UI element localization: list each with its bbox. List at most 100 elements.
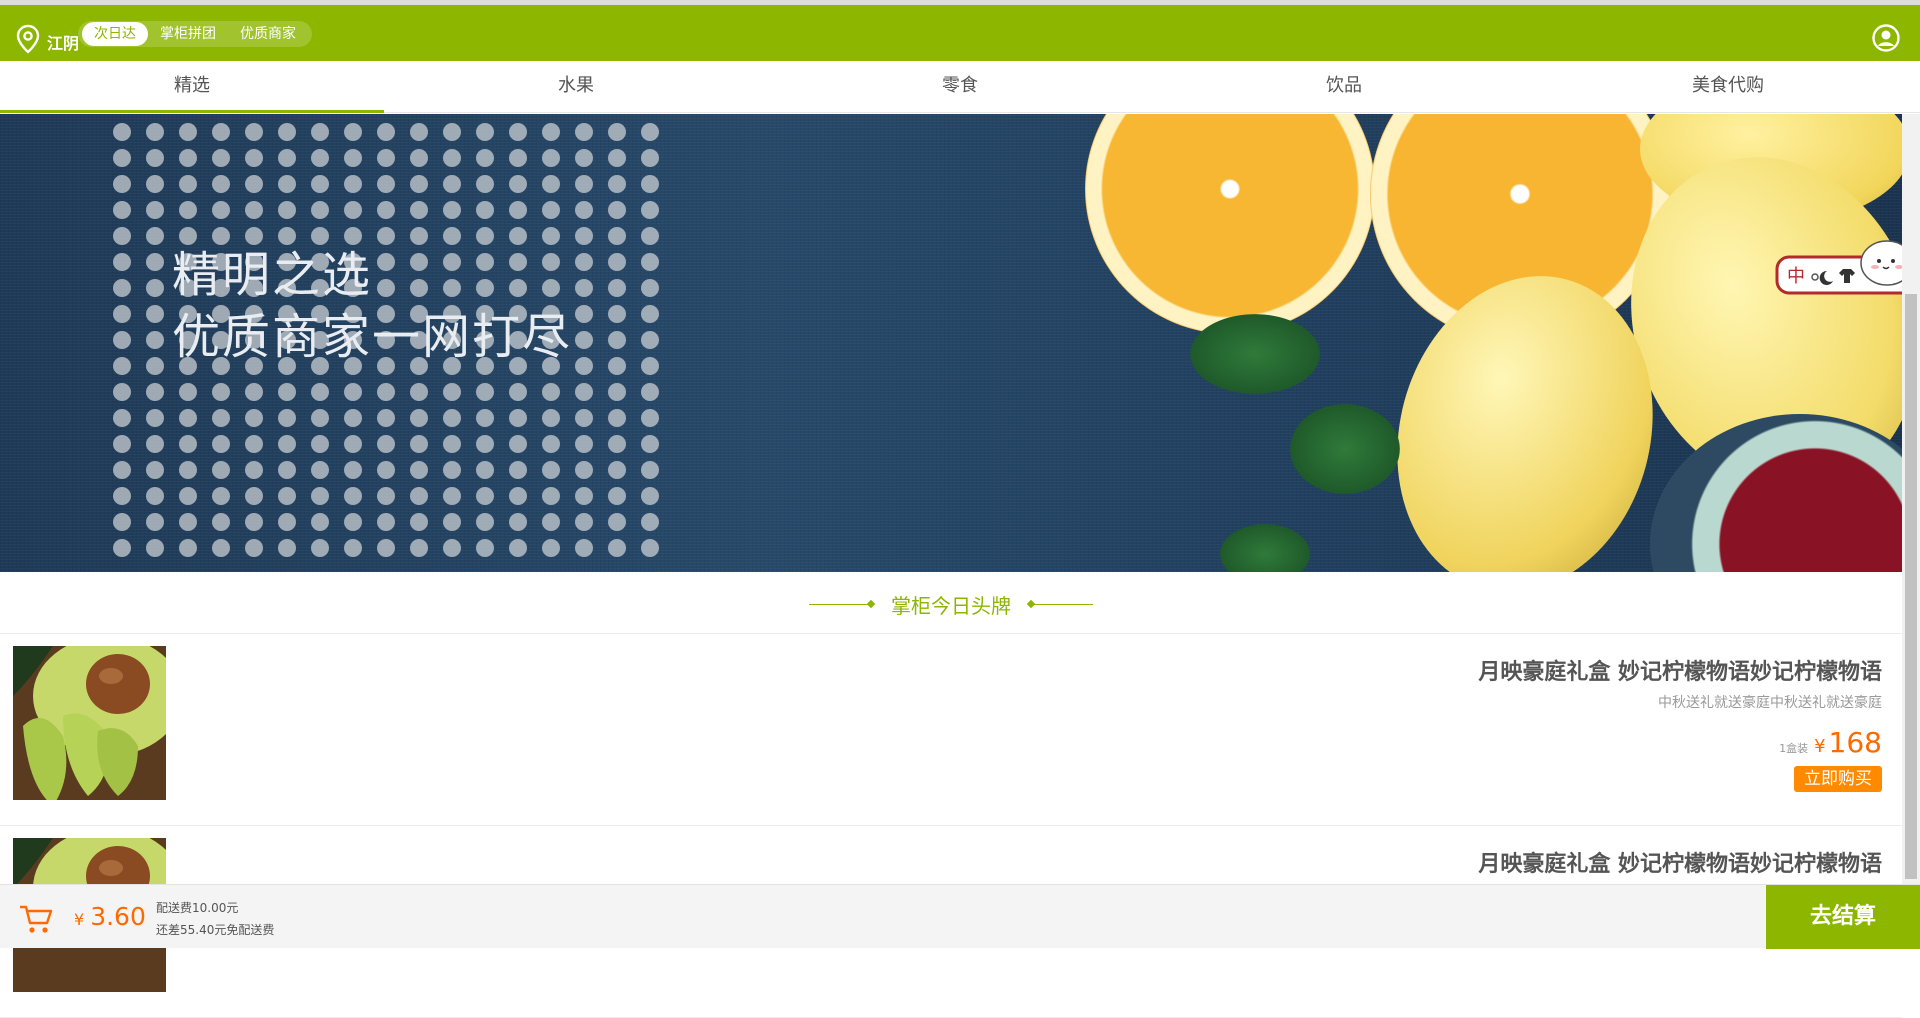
location-text[interactable]: 江阴 — [47, 30, 79, 54]
cart-total: ¥3.60 — [74, 902, 146, 931]
banner-dot — [344, 539, 362, 557]
banner-dot — [509, 513, 527, 531]
banner-dot — [311, 123, 329, 141]
page-scrollbar[interactable] — [1902, 114, 1920, 884]
banner-dot — [113, 539, 131, 557]
banner-dot — [146, 487, 164, 505]
pill-quality-merchant[interactable]: 优质商家 — [228, 22, 308, 46]
banner-dot — [509, 149, 527, 167]
banner-dot — [377, 227, 395, 245]
banner-dot — [443, 435, 461, 453]
banner-dot — [344, 175, 362, 193]
banner-dot — [245, 513, 263, 531]
banner-dot — [344, 435, 362, 453]
banner-dot — [278, 149, 296, 167]
banner-dot — [410, 539, 428, 557]
banner-dot — [113, 383, 131, 401]
banner-dot — [608, 253, 626, 271]
banner-dot — [608, 461, 626, 479]
banner-dot — [245, 435, 263, 453]
user-circle-icon[interactable] — [1872, 24, 1900, 52]
cart-icon[interactable] — [18, 903, 54, 935]
banner-dot — [344, 149, 362, 167]
banner-dot — [146, 305, 164, 323]
banner-dot — [476, 383, 494, 401]
banner-dot — [575, 331, 593, 349]
banner-dot — [212, 435, 230, 453]
banner-dot — [377, 175, 395, 193]
free-delivery-gap: 还差55.40元免配送费 — [156, 923, 275, 937]
banner-dot — [146, 175, 164, 193]
banner-dot — [344, 123, 362, 141]
product-image[interactable] — [13, 646, 166, 800]
banner-dot — [509, 383, 527, 401]
banner-dot — [212, 383, 230, 401]
banner-dot — [641, 409, 659, 427]
tab-featured[interactable]: 精选 — [0, 61, 384, 113]
banner-dot — [179, 175, 197, 193]
banner-dot — [146, 279, 164, 297]
banner-dot — [245, 227, 263, 245]
banner-dot — [212, 227, 230, 245]
product-card[interactable]: 月映豪庭礼盒 妙记柠檬物语妙记柠檬物语 中秋送礼就送豪庭中秋送礼就送豪庭 1盒装… — [0, 634, 1902, 826]
banner-dot — [212, 175, 230, 193]
banner-dot — [179, 123, 197, 141]
banner-dot — [377, 487, 395, 505]
svg-text:中: 中 — [1787, 266, 1805, 287]
banner-dot — [146, 513, 164, 531]
banner-dot — [575, 149, 593, 167]
banner-dot — [146, 201, 164, 219]
banner-dot — [641, 513, 659, 531]
checkout-button[interactable]: 去结算 — [1766, 885, 1920, 949]
banner-dot — [542, 513, 560, 531]
banner-dot — [542, 487, 560, 505]
banner-dot — [476, 435, 494, 453]
banner-dot — [509, 123, 527, 141]
banner-dot — [344, 201, 362, 219]
banner-dot — [179, 513, 197, 531]
product-name[interactable]: 月映豪庭礼盒 妙记柠檬物语妙记柠檬物语 — [1478, 846, 1882, 878]
banner-dot — [641, 487, 659, 505]
banner-dot — [509, 539, 527, 557]
banner-dot — [179, 383, 197, 401]
banner-dot — [179, 435, 197, 453]
banner-dot — [608, 409, 626, 427]
banner-dot — [179, 487, 197, 505]
delivery-info: 配送费10.00元 还差55.40元免配送费 — [156, 897, 274, 941]
banner-dot — [344, 409, 362, 427]
banner-dot — [410, 383, 428, 401]
banner-dot — [443, 461, 461, 479]
banner-dot — [641, 435, 659, 453]
banner-dot — [410, 201, 428, 219]
banner-dot — [608, 357, 626, 375]
banner-dot — [344, 383, 362, 401]
banner-dot — [443, 175, 461, 193]
banner-dot — [113, 175, 131, 193]
banner-dot — [641, 201, 659, 219]
banner-dot — [311, 487, 329, 505]
banner-dot — [443, 149, 461, 167]
banner-dot — [542, 383, 560, 401]
banner-dot — [113, 461, 131, 479]
pill-next-day[interactable]: 次日达 — [82, 22, 148, 46]
scrollbar-thumb[interactable] — [1905, 294, 1917, 879]
tab-fruit[interactable]: 水果 — [384, 61, 768, 112]
banner-dot — [377, 409, 395, 427]
banner-dot — [542, 201, 560, 219]
banner-dot — [410, 513, 428, 531]
mascot-icon[interactable]: 中 — [1775, 235, 1920, 305]
pill-group-buy[interactable]: 掌柜拼团 — [148, 22, 228, 46]
banner-dot — [542, 123, 560, 141]
tab-food-proxy[interactable]: 美食代购 — [1536, 61, 1920, 112]
promo-banner[interactable]: 精明之选 优质商家一网打尽 — [0, 114, 1902, 572]
banner-title-line2: 优质商家一网打尽 — [172, 309, 573, 365]
banner-dot — [575, 487, 593, 505]
banner-dot — [344, 461, 362, 479]
tab-snacks[interactable]: 零食 — [768, 61, 1152, 112]
buy-now-button[interactable]: 立即购买 — [1794, 766, 1882, 792]
location-pin-icon[interactable] — [15, 24, 41, 54]
banner-dot — [278, 383, 296, 401]
product-name[interactable]: 月映豪庭礼盒 妙记柠檬物语妙记柠檬物语 — [1478, 654, 1882, 686]
banner-dot — [443, 383, 461, 401]
tab-drinks[interactable]: 饮品 — [1152, 61, 1536, 112]
